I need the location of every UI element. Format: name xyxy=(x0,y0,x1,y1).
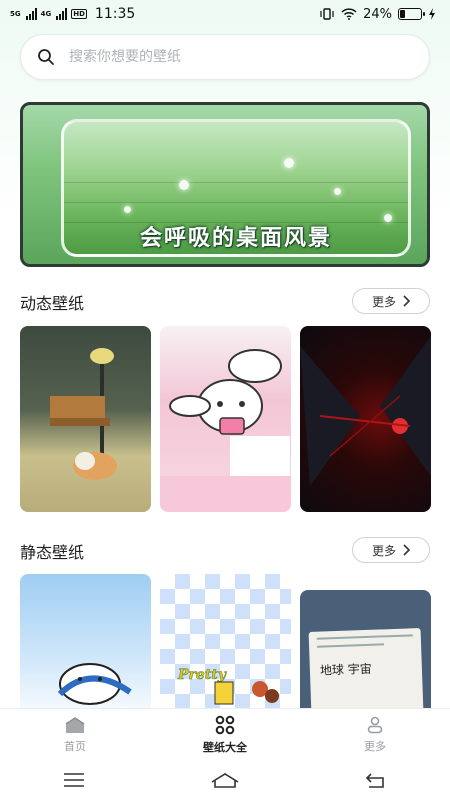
charging-icon xyxy=(429,8,435,20)
dynamic-wallpaper-card[interactable] xyxy=(300,326,431,512)
search-bar[interactable] xyxy=(20,34,430,80)
banner-image: 会呼吸的桌面风景 xyxy=(61,119,411,257)
status-right: 24% xyxy=(319,7,436,22)
search-icon xyxy=(38,49,54,65)
sim2-label: 4G xyxy=(40,9,52,18)
home-button-icon[interactable] xyxy=(210,772,240,788)
static-section-title: 静态壁纸 xyxy=(20,543,85,562)
bottom-nav: 首页 壁纸大全 更多 xyxy=(0,708,450,760)
chevron-right-icon xyxy=(403,544,410,556)
battery-fill xyxy=(400,10,405,18)
wallpaper-thumbnail xyxy=(300,336,431,486)
signal-icon xyxy=(56,8,68,20)
dynamic-section-title: 动态壁纸 xyxy=(20,294,85,313)
card-text: Pretty xyxy=(177,667,227,683)
vibrate-icon xyxy=(320,8,334,20)
wifi-icon xyxy=(341,8,357,20)
battery-icon xyxy=(398,8,425,20)
nav-label: 更多 xyxy=(364,739,386,753)
wallpaper-thumbnail xyxy=(50,348,117,480)
nav-label: 壁纸大全 xyxy=(203,740,247,754)
dynamic-more-button[interactable]: 更多 xyxy=(352,288,430,314)
dynamic-wallpaper-card[interactable] xyxy=(160,326,291,512)
wallpaper-thumbnail xyxy=(160,349,291,512)
clock: 11:35 xyxy=(94,6,136,22)
dynamic-wallpaper-card[interactable] xyxy=(20,326,151,512)
system-nav-bar xyxy=(0,760,450,800)
status-bar: 5G 4G HD 11:35 24% xyxy=(0,0,450,28)
more-label: 更多 xyxy=(371,543,396,558)
back-icon[interactable] xyxy=(365,772,387,788)
static-wallpaper-card[interactable]: 地球 宇宙 xyxy=(300,590,431,724)
battery-percent: 24% xyxy=(363,6,392,22)
banner-title: 会呼吸的桌面风景 xyxy=(139,226,332,251)
card-text: 地球 宇宙 xyxy=(319,661,372,678)
grid-icon xyxy=(215,715,235,734)
wallpaper-thumbnail xyxy=(57,663,132,705)
nav-label: 首页 xyxy=(64,739,86,753)
sim1-label: 5G xyxy=(10,9,21,18)
signal-icon xyxy=(25,8,37,20)
featured-banner[interactable]: 会呼吸的桌面风景 xyxy=(20,102,430,267)
hd-badge: HD xyxy=(71,9,87,19)
static-wallpaper-card[interactable] xyxy=(20,574,151,724)
chevron-right-icon xyxy=(403,295,410,307)
user-icon xyxy=(367,716,383,733)
nav-wallpapers[interactable]: 壁纸大全 xyxy=(150,715,300,755)
wallpaper-thumbnail: Pretty xyxy=(177,667,279,705)
search-input[interactable] xyxy=(69,49,389,65)
ticket-image: 地球 宇宙 xyxy=(308,628,424,716)
home-icon xyxy=(65,716,85,733)
menu-icon[interactable] xyxy=(63,773,85,787)
nav-more[interactable]: 更多 xyxy=(300,716,450,754)
static-wallpaper-card[interactable]: Pretty xyxy=(160,574,291,724)
nav-home[interactable]: 首页 xyxy=(0,716,150,754)
static-more-button[interactable]: 更多 xyxy=(352,537,430,563)
status-left: 5G 4G HD 11:35 xyxy=(10,6,135,22)
more-label: 更多 xyxy=(371,294,396,309)
